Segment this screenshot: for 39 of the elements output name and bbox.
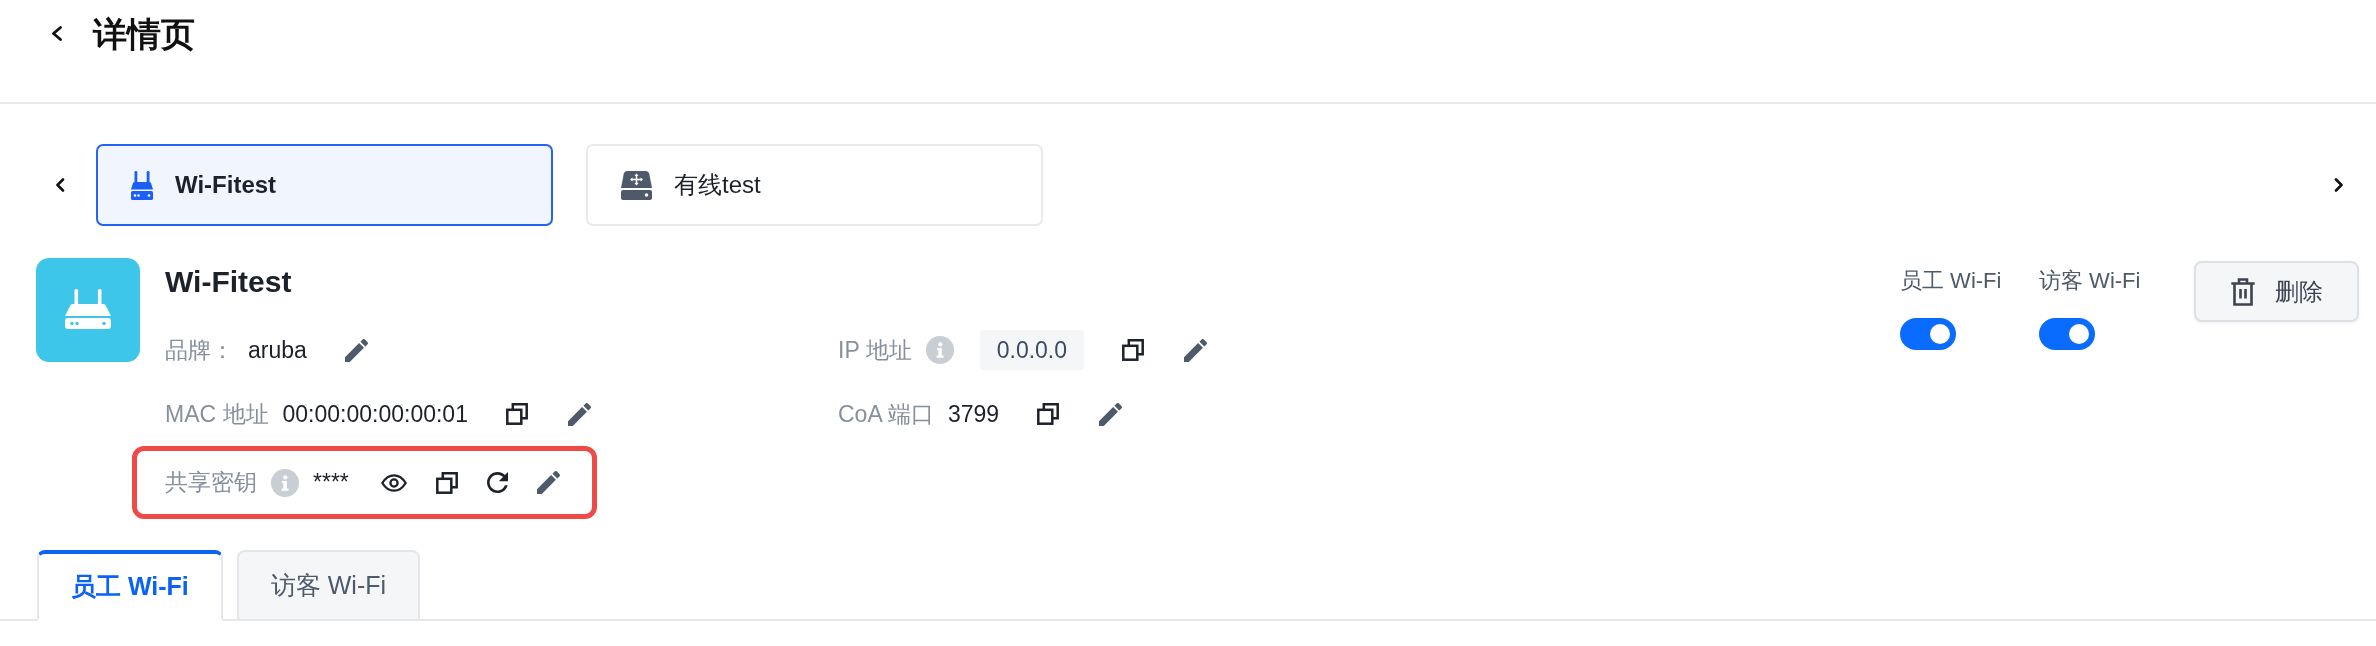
pencil-icon[interactable]	[344, 338, 368, 362]
refresh-icon[interactable]	[486, 472, 508, 493]
field-label: IP 地址	[838, 335, 912, 365]
page-title: 详情页	[93, 14, 195, 55]
copy-icon[interactable]	[1037, 403, 1060, 425]
tab[interactable]: 员工 Wi-Fi	[37, 550, 223, 621]
copy-icon[interactable]	[435, 471, 458, 494]
device-tab[interactable]: Wi-Fitest	[96, 144, 553, 226]
pencil-icon[interactable]	[567, 402, 591, 426]
chevron-right-icon[interactable]	[2334, 178, 2344, 192]
pencil-icon[interactable]	[1184, 338, 1208, 362]
field-value: ****	[313, 469, 349, 496]
eye-icon[interactable]	[380, 473, 407, 492]
chevron-left-icon[interactable]	[55, 178, 65, 192]
field-label: 品牌：	[165, 335, 234, 365]
field-label: CoA 端口	[838, 399, 934, 429]
field-value: 0.0.0.0	[979, 330, 1085, 370]
toggle-switch[interactable]	[1900, 318, 1956, 350]
trash-icon	[2230, 277, 2256, 306]
router-icon	[36, 258, 140, 362]
toggle-switch[interactable]	[2039, 318, 2095, 350]
pencil-icon[interactable]	[1099, 402, 1123, 426]
pencil-icon[interactable]	[536, 471, 560, 494]
delete-button[interactable]: 删除	[2194, 261, 2359, 322]
network-switch-icon	[621, 170, 652, 200]
field-value: 00:00:00:00:00:01	[282, 400, 468, 428]
device-tab[interactable]: 有线test	[586, 144, 1043, 226]
router-icon	[131, 170, 153, 200]
switch-label: 员工 Wi-Fi	[1900, 267, 2002, 295]
field-value: 3799	[947, 400, 1000, 428]
copy-icon[interactable]	[505, 403, 528, 425]
switch-label: 访客 Wi-Fi	[2039, 267, 2141, 295]
field-value: aruba	[248, 336, 307, 364]
device-name: Wi-Fitest	[165, 264, 292, 300]
tab[interactable]: 访客 Wi-Fi	[236, 550, 421, 621]
back-icon[interactable]	[50, 26, 63, 41]
field-label: MAC 地址	[165, 399, 269, 429]
field-label: 共享密钥	[165, 468, 257, 497]
copy-icon[interactable]	[1122, 339, 1145, 361]
